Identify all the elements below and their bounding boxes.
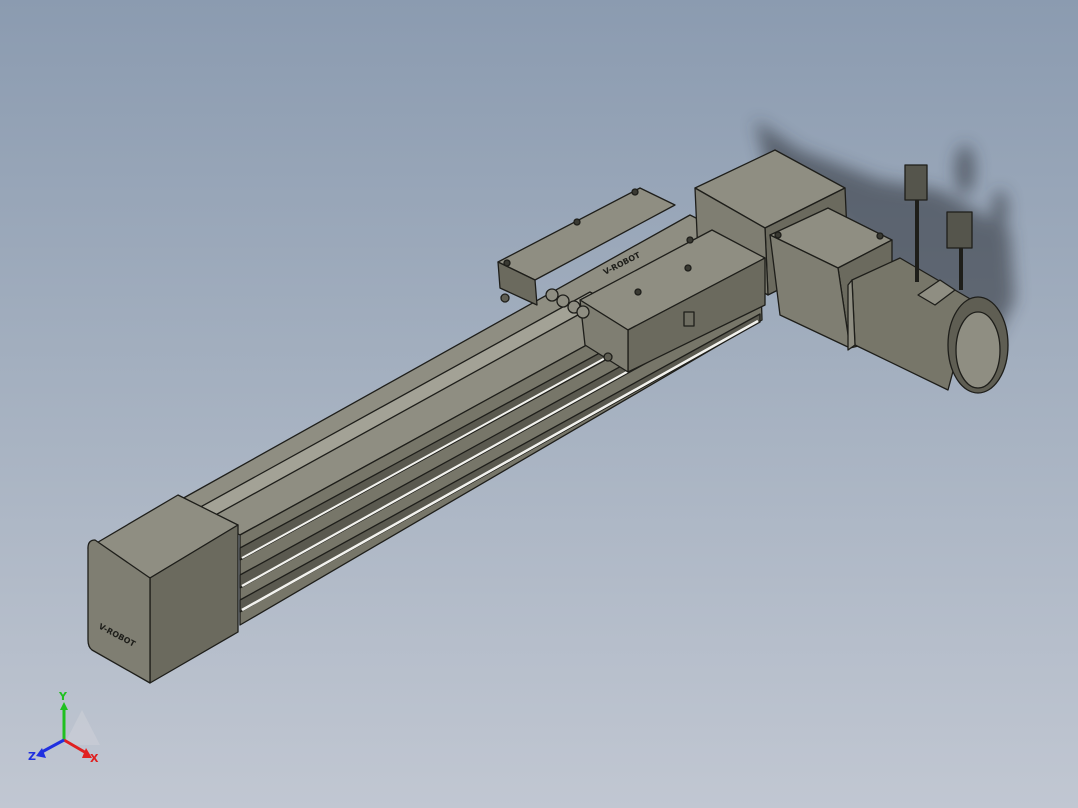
triad-y-axis: Y — [58, 690, 68, 740]
carriage-block: V-ROBOT — [579, 229, 766, 373]
front-end-cap: V-ROBOT — [87, 494, 239, 684]
triad-z-label: Z — [28, 750, 36, 763]
coordinate-triad[interactable]: Y X Z — [22, 690, 112, 770]
encoder-connector — [946, 211, 973, 249]
triad-z-axis: Z — [28, 738, 65, 763]
power-connector — [904, 164, 928, 201]
cad-viewport[interactable]: V-ROBOT V-ROBOT Y X Z — [0, 0, 1078, 808]
triad-base — [64, 710, 100, 745]
triad-x-label: X — [90, 752, 99, 765]
linear-actuator-model[interactable]: V-ROBOT V-ROBOT — [0, 0, 1078, 808]
triad-y-label: Y — [58, 690, 68, 703]
